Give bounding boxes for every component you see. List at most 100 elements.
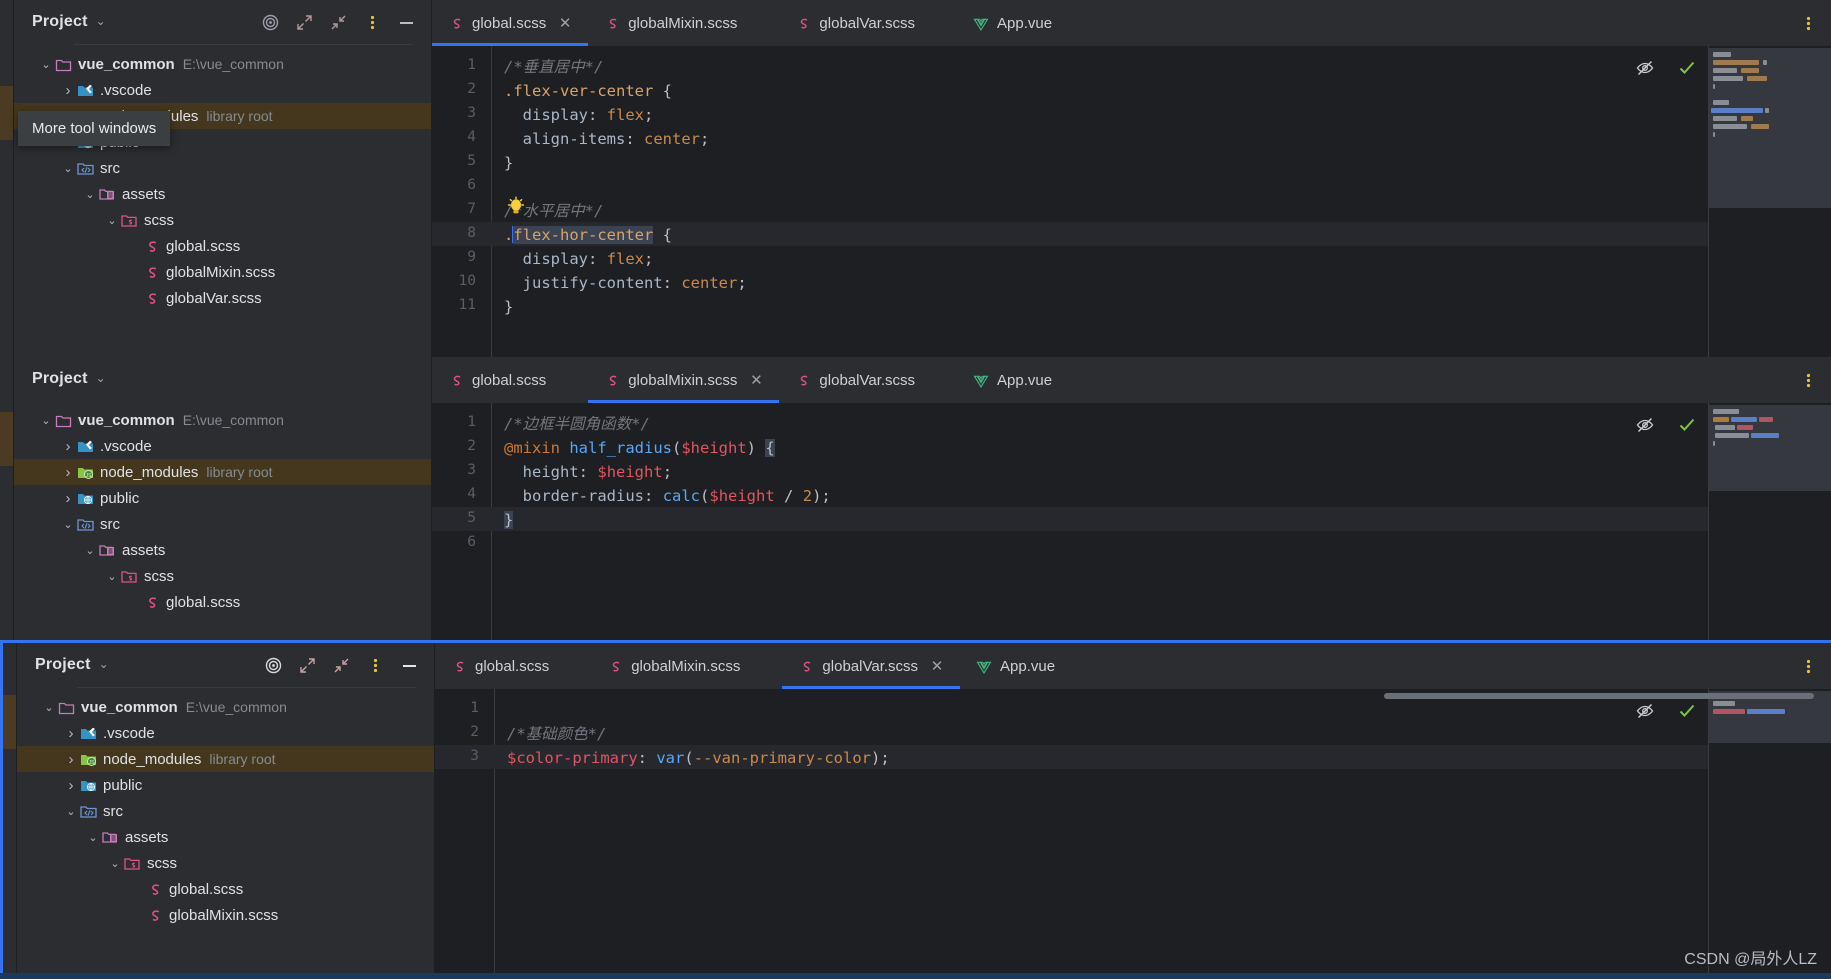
code-line[interactable]: justify-content: center; <box>504 271 747 295</box>
tree-row[interactable]: ⌄ src <box>14 511 431 537</box>
editor-tab-globalmixin-scss[interactable]: globalMixin.scss✕ <box>588 357 780 403</box>
inspection-widget-1[interactable] <box>1635 46 1707 78</box>
code-line[interactable]: border-radius: calc($height / 2); <box>504 484 831 508</box>
tree-row[interactable]: › public <box>14 485 431 511</box>
code-line[interactable]: /*基础颜色*/ <box>507 722 606 746</box>
more-options-icon[interactable] <box>1799 14 1817 32</box>
tree-row[interactable]: ⌄ src <box>17 798 434 824</box>
tree-row[interactable]: › .vscode <box>17 720 434 746</box>
editor-tab-globalvar-scss[interactable]: globalVar.scss✕ <box>782 643 961 689</box>
chevron-right-icon[interactable]: › <box>60 438 76 455</box>
tree-row[interactable]: ⌄ vue_common E:\vue_common <box>14 407 431 433</box>
tree-row[interactable]: ⌄ scss <box>14 207 431 233</box>
expand-all-icon[interactable] <box>298 656 316 674</box>
tree-row[interactable]: ⌄ assets <box>17 824 434 850</box>
left-tool-rail-2[interactable] <box>0 357 14 640</box>
chevron-down-icon[interactable]: ⌄ <box>82 544 98 557</box>
code-line[interactable]: align-items: center; <box>504 127 710 151</box>
code-line[interactable]: } <box>504 295 513 319</box>
chevron-down-icon[interactable]: ⌄ <box>38 58 54 71</box>
horizontal-scrollbar-3[interactable] <box>1384 693 1814 699</box>
tree-row[interactable]: › JS node_modules library root <box>17 746 434 772</box>
tree-row[interactable]: › JS node_modules library root <box>14 459 431 485</box>
collapse-all-icon[interactable] <box>329 13 347 31</box>
editor-tab-app-vue[interactable]: App.vue✕ <box>957 0 1094 46</box>
editor-tab-bar-2[interactable]: global.scss✕ globalMixin.scss ✕ globalVar.s… <box>432 357 1831 403</box>
tree-row[interactable]: ⌄ src <box>14 155 431 181</box>
editor-tab-globalmixin-scss[interactable]: globalMixin.scss✕ <box>588 0 779 46</box>
checkmark-icon[interactable] <box>1677 415 1697 435</box>
editor-tab-globalvar-scss[interactable]: globalVar.scss✕ <box>779 357 957 403</box>
tree-row[interactable]: ⌄ vue_common E:\vue_common <box>17 694 434 720</box>
tree-row[interactable]: globalMixin.scss <box>17 902 434 928</box>
chevron-down-icon[interactable]: ⌄ <box>107 857 123 870</box>
editor-tab-global-scss[interactable]: global.scss✕ <box>435 643 591 689</box>
project-tree-1[interactable]: ⌄vue_commonE:\vue_common›.vscode›JSnode_… <box>14 45 431 311</box>
more-options-icon[interactable] <box>1799 371 1817 389</box>
tree-row[interactable]: ⌄ assets <box>14 181 431 207</box>
close-icon[interactable]: ✕ <box>558 14 572 32</box>
close-icon[interactable]: ✕ <box>749 371 763 389</box>
code-area-1[interactable]: 1 2 3 4 5 6 7 8 9 10 11 /*垂直居中*/.flex-ver-center {… <box>432 46 1831 357</box>
editor-tab-bar-1[interactable]: global.scss✕globalMixin.scss✕globalVar.s… <box>432 0 1831 46</box>
checkmark-icon[interactable] <box>1677 58 1697 78</box>
chevron-down-icon[interactable]: ⌄ <box>41 701 57 714</box>
code-text-3[interactable]: /*基础颜色*/$color-primary: var(--van-primar… <box>495 689 1831 979</box>
chevron-down-icon[interactable]: ⌄ <box>96 14 106 28</box>
tree-row[interactable]: globalMixin.scss <box>14 259 431 285</box>
project-tree-3[interactable]: ⌄ vue_common E:\vue_common › .vscode › JS node_… <box>17 688 434 928</box>
close-icon[interactable]: ✕ <box>930 657 944 675</box>
chevron-right-icon[interactable]: › <box>60 490 76 507</box>
tree-row[interactable]: › public <box>17 772 434 798</box>
more-options-icon[interactable] <box>366 656 384 674</box>
code-line[interactable]: height: $height; <box>504 460 672 484</box>
chevron-down-icon[interactable]: ⌄ <box>38 414 54 427</box>
more-options-icon[interactable] <box>1799 657 1817 675</box>
inspection-widget-3[interactable] <box>1635 689 1707 721</box>
chevron-down-icon[interactable]: ⌄ <box>60 162 76 175</box>
minimap-2[interactable] <box>1709 403 1831 640</box>
code-line[interactable]: } <box>504 151 513 175</box>
inspection-widget-2[interactable] <box>1635 403 1707 435</box>
editor-tab-app-vue[interactable]: App.vue✕ <box>960 643 1097 689</box>
left-tool-rail-3[interactable] <box>3 643 17 979</box>
chevron-right-icon[interactable]: › <box>60 82 76 99</box>
chevron-down-icon[interactable]: ⌄ <box>60 518 76 531</box>
code-text-2[interactable]: /*边框半圆角函数*/@mixin half_radius($height) {… <box>492 403 1831 640</box>
target-icon[interactable] <box>264 656 282 674</box>
chevron-right-icon[interactable]: › <box>60 464 76 481</box>
code-line[interactable]: @mixin half_radius($height) { <box>504 436 775 460</box>
target-icon[interactable] <box>261 13 279 31</box>
code-line[interactable]: .flex-hor-center { <box>504 223 672 247</box>
chevron-down-icon[interactable]: ⌄ <box>99 657 109 671</box>
minimize-icon[interactable] <box>400 656 418 674</box>
code-area-2[interactable]: 1 2 3 4 5 6 /*边框半圆角函数*/@mixin half_radius($he… <box>432 403 1831 640</box>
code-line[interactable]: $color-primary: var(--van-primary-color)… <box>507 746 890 770</box>
tree-row[interactable]: › .vscode <box>14 433 431 459</box>
code-text-1[interactable]: /*垂直居中*/.flex-ver-center { display: flex… <box>492 46 1831 357</box>
project-tree-2[interactable]: ⌄ vue_common E:\vue_common › .vscode › JS node_… <box>14 401 431 615</box>
tree-row[interactable]: ⌄ scss <box>17 850 434 876</box>
intention-bulb-icon[interactable] <box>506 196 526 218</box>
code-area-3[interactable]: 1 2 3 /*基础颜色*/$color-primary: var(--van-pr… <box>435 689 1831 979</box>
code-line[interactable]: } <box>504 508 514 532</box>
expand-all-icon[interactable] <box>295 13 313 31</box>
tree-row[interactable]: ⌄ scss <box>14 563 431 589</box>
chevron-down-icon[interactable]: ⌄ <box>63 805 79 818</box>
eye-crossed-icon[interactable] <box>1635 415 1655 435</box>
minimap-3[interactable] <box>1709 689 1831 979</box>
code-line[interactable]: /*边框半圆角函数*/ <box>504 412 650 436</box>
editor-tab-app-vue[interactable]: App.vue✕ <box>957 357 1094 403</box>
minimize-icon[interactable] <box>397 13 415 31</box>
tree-row[interactable]: global.scss <box>14 589 431 615</box>
tree-row[interactable]: › .vscode <box>14 77 431 103</box>
chevron-down-icon[interactable]: ⌄ <box>104 570 120 583</box>
code-line[interactable]: display: flex; <box>504 247 654 271</box>
code-line[interactable]: .flex-ver-center { <box>504 79 672 103</box>
code-line[interactable]: display: flex; <box>504 103 654 127</box>
tree-row[interactable]: global.scss <box>14 233 431 259</box>
tree-row[interactable]: ⌄ assets <box>14 537 431 563</box>
code-line[interactable]: /*垂直居中*/ <box>504 55 603 79</box>
more-options-icon[interactable] <box>363 13 381 31</box>
chevron-down-icon[interactable]: ⌄ <box>85 831 101 844</box>
